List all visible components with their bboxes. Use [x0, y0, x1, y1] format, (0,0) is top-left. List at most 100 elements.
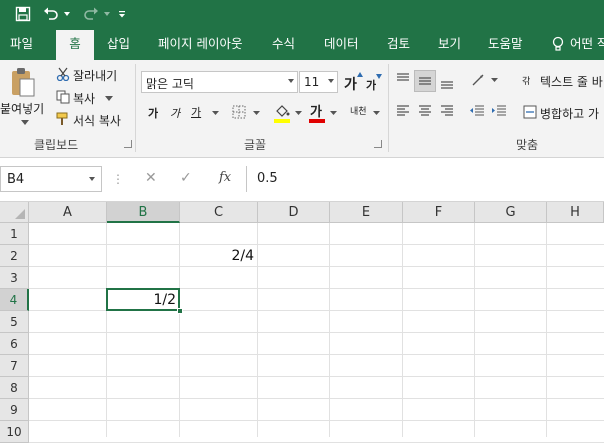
align-middle-icon[interactable] [414, 70, 436, 92]
chevron-down-icon[interactable] [89, 177, 95, 181]
fill-color-dropdown-icon[interactable] [294, 110, 302, 116]
gridline [402, 223, 403, 437]
gridline [29, 332, 604, 333]
font-color-dropdown-icon[interactable] [329, 110, 337, 116]
row-header-5[interactable]: 5 [0, 311, 29, 333]
column-header-f[interactable]: F [403, 202, 475, 223]
tab-help[interactable]: 도움말 [478, 28, 533, 60]
row-header-3[interactable]: 3 [0, 267, 29, 289]
decrease-indent-icon[interactable] [468, 103, 486, 119]
font-launcher-icon[interactable] [374, 140, 382, 148]
borders-icon[interactable] [231, 104, 247, 120]
wrap-text-button[interactable]: 텍스트 줄 바 [540, 73, 603, 90]
cut-icon[interactable] [55, 66, 71, 82]
gridline [29, 376, 604, 377]
formula-input[interactable]: 0.5 [246, 166, 604, 192]
copy-dropdown-icon[interactable] [104, 94, 114, 102]
italic-button[interactable]: 가 [170, 105, 180, 121]
undo-dropdown-icon[interactable] [62, 4, 72, 24]
row-header-8[interactable]: 8 [0, 377, 29, 399]
align-center-icon[interactable] [416, 103, 434, 119]
row-header-6[interactable]: 6 [0, 333, 29, 355]
column-header-c[interactable]: C [180, 202, 258, 223]
undo-icon[interactable] [40, 4, 62, 24]
chevron-down-icon[interactable] [288, 79, 294, 83]
row-header-10[interactable]: 10 [0, 421, 29, 443]
cut-button[interactable]: 잘라내기 [73, 67, 117, 84]
font-name-combo[interactable]: 맑은 고딕 [141, 71, 298, 93]
clipboard-launcher-icon[interactable] [124, 140, 132, 148]
row-header-1[interactable]: 1 [0, 223, 29, 245]
format-painter-button[interactable]: 서식 복사 [73, 112, 121, 129]
row-header-7[interactable]: 7 [0, 355, 29, 377]
redo-dropdown-icon[interactable] [102, 4, 112, 24]
increase-indent-icon[interactable] [490, 103, 508, 119]
cell-c2[interactable]: 2/4 [180, 248, 254, 264]
select-all-corner[interactable] [0, 202, 29, 223]
align-left-icon[interactable] [394, 103, 412, 119]
redo-icon[interactable] [80, 4, 102, 24]
paste-button-label[interactable]: 붙여넣기 [0, 100, 44, 117]
borders-dropdown-icon[interactable] [252, 110, 260, 116]
column-header-e[interactable]: E [330, 202, 403, 223]
group-separator [135, 64, 136, 152]
phonetic-dropdown-icon[interactable] [372, 110, 380, 116]
enter-icon[interactable]: ✓ [180, 170, 192, 186]
copy-button[interactable]: 복사 [73, 90, 95, 107]
tab-home[interactable]: 홈 [56, 30, 94, 60]
font-color-button[interactable]: 가 [310, 101, 322, 120]
tab-formulas[interactable]: 수식 [262, 28, 305, 60]
column-header-g[interactable]: G [475, 202, 547, 223]
tab-review[interactable]: 검토 [377, 28, 420, 60]
bold-button[interactable]: 가 [148, 105, 158, 121]
column-header-b[interactable]: B [107, 202, 180, 223]
gridline [29, 266, 604, 267]
more-options-icon[interactable]: ⋮ [112, 170, 124, 188]
cancel-icon[interactable]: ✕ [145, 170, 157, 186]
column-header-d[interactable]: D [258, 202, 330, 223]
tell-me-search[interactable]: 어떤 작 [560, 28, 604, 60]
row-header-2[interactable]: 2 [0, 245, 29, 267]
underline-dropdown-icon[interactable] [211, 110, 219, 116]
paste-dropdown-icon[interactable] [20, 118, 30, 126]
row-header-9[interactable]: 9 [0, 399, 29, 421]
gridline [29, 420, 604, 421]
align-right-icon[interactable] [438, 103, 456, 119]
formula-input-value: 0.5 [257, 171, 278, 186]
tab-insert[interactable]: 삽입 [97, 28, 140, 60]
fill-color-icon[interactable] [273, 102, 291, 120]
paste-icon[interactable] [8, 66, 38, 100]
font-color-swatch [309, 119, 325, 123]
increase-font-size-button[interactable]: 가 [344, 74, 357, 94]
merge-center-button[interactable]: 병합하고 가 [540, 105, 599, 122]
font-size-combo[interactable]: 11 [299, 71, 338, 93]
tab-file[interactable]: 파일 [0, 28, 43, 60]
orientation-dropdown-icon[interactable] [490, 77, 498, 83]
column-header-a[interactable]: A [29, 202, 107, 223]
orientation-icon[interactable] [470, 71, 490, 89]
save-icon[interactable] [12, 4, 34, 24]
name-box[interactable]: B4 [0, 166, 102, 192]
row-header-4[interactable]: 4 [0, 289, 29, 311]
decrease-font-size-button[interactable]: 가 [366, 77, 376, 93]
format-painter-icon[interactable] [55, 111, 71, 127]
insert-function-button[interactable]: fx [219, 170, 231, 185]
align-top-icon[interactable] [394, 70, 412, 88]
gridline [29, 398, 604, 399]
customize-qat-icon[interactable] [116, 4, 128, 24]
tab-data[interactable]: 데이터 [314, 28, 369, 60]
underline-button[interactable]: 가 [191, 104, 201, 120]
tab-view[interactable]: 보기 [428, 28, 471, 60]
copy-icon[interactable] [55, 89, 71, 105]
merge-center-icon[interactable] [522, 104, 538, 120]
spreadsheet-grid[interactable]: ABCDEFGH 1 2 3 4 5 6 7 8 9 10 2/4 1/2 [0, 202, 604, 443]
active-cell-border [106, 288, 180, 311]
column-header-h[interactable]: H [547, 202, 604, 223]
fill-handle[interactable] [177, 308, 183, 314]
align-bottom-icon[interactable] [438, 74, 456, 92]
chevron-down-icon[interactable] [328, 79, 334, 83]
tab-page-layout[interactable]: 페이지 레이아웃 [148, 28, 252, 60]
fill-color-swatch [274, 119, 290, 123]
font-group-label: 글꼴 [244, 138, 267, 152]
phonetic-guide-button[interactable]: 내천 [350, 104, 367, 117]
